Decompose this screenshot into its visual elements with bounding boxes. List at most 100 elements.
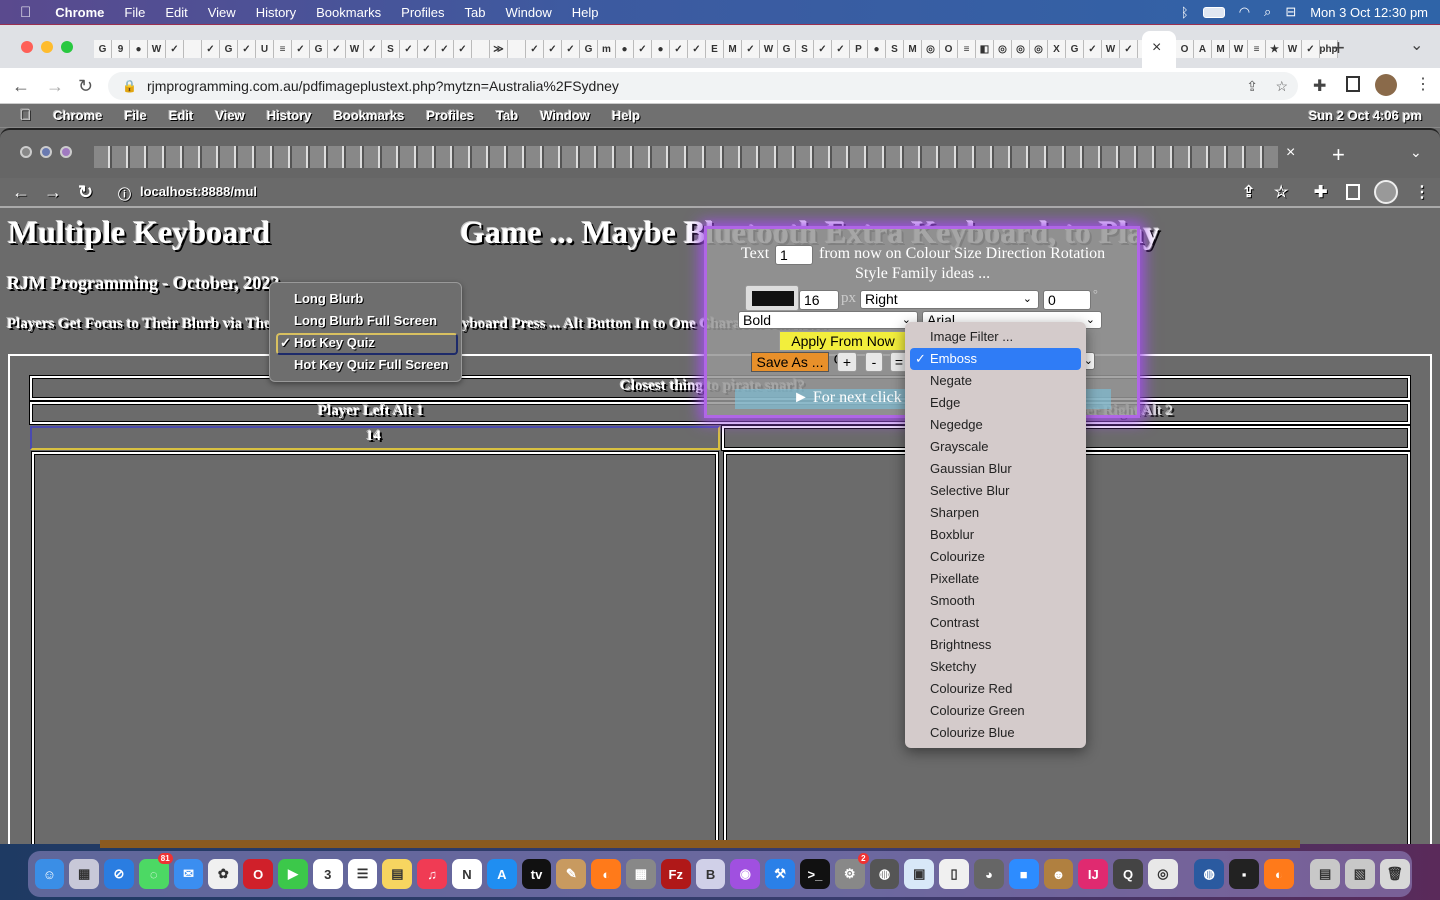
- tab-favicon[interactable]: ◎: [994, 40, 1012, 58]
- save-as-button[interactable]: Save As ...: [751, 352, 829, 372]
- dock-app-contacts[interactable]: ☻: [1043, 859, 1074, 889]
- profile-avatar[interactable]: [1375, 74, 1397, 96]
- tab-favicon[interactable]: m: [598, 40, 616, 58]
- dock-app-news[interactable]: N: [452, 859, 482, 889]
- filter-option-selective-blur[interactable]: Selective Blur: [930, 480, 1009, 502]
- tab-favicon[interactable]: ◎: [1012, 40, 1030, 58]
- filter-option-edge[interactable]: Edge: [930, 392, 960, 414]
- dock-app-system-preferences[interactable]: ⚙ 2: [834, 853, 869, 889]
- tab-favicon[interactable]: ✓: [202, 40, 220, 58]
- dock-app-finder[interactable]: ☺: [34, 859, 65, 889]
- tab-favicon[interactable]: ≫: [490, 40, 508, 58]
- clock[interactable]: Mon 3 Oct 12:30 pm: [1310, 5, 1428, 20]
- tab-favicon[interactable]: ✓: [670, 40, 688, 58]
- tab-favicon[interactable]: ✓: [742, 40, 760, 58]
- filter-option-sharpen[interactable]: Sharpen: [930, 502, 979, 524]
- dock-app-notes[interactable]: ▤: [382, 859, 413, 889]
- tab-favicon[interactable]: O: [1176, 40, 1194, 58]
- tab-favicon[interactable]: ●: [616, 40, 634, 58]
- plus-button[interactable]: +: [837, 352, 857, 372]
- tab-favicon[interactable]: S: [796, 40, 814, 58]
- filter-option-colourize[interactable]: Colourize: [930, 546, 985, 568]
- dock-app-opera[interactable]: O: [243, 859, 274, 889]
- tab-favicon[interactable]: [472, 40, 490, 58]
- tab-favicon[interactable]: S: [382, 40, 400, 58]
- tab-favicon[interactable]: ✓: [832, 40, 850, 58]
- window-scrollbar[interactable]: [100, 840, 1300, 848]
- tab-favicon[interactable]: U: [256, 40, 274, 58]
- menu-item-hot-key-quiz-full-screen[interactable]: Hot Key Quiz Full Screen: [294, 357, 449, 372]
- close-window-button[interactable]: [21, 41, 33, 53]
- tab-favicon[interactable]: ✓: [400, 40, 418, 58]
- tab-favicon[interactable]: ✓: [688, 40, 706, 58]
- tab-favicon[interactable]: G: [94, 40, 112, 58]
- dock-app-calendar[interactable]: 3: [312, 859, 343, 889]
- dock-app-photos[interactable]: ✿: [208, 859, 239, 889]
- tab-favicon[interactable]: ✓: [562, 40, 580, 58]
- tab-favicon[interactable]: 9: [112, 40, 130, 58]
- colour-picker[interactable]: [745, 285, 799, 311]
- dock-app-firefox[interactable]: ◐: [591, 859, 622, 889]
- tab-favicon[interactable]: M: [1212, 40, 1230, 58]
- tab-favicon[interactable]: A: [1194, 40, 1212, 58]
- menu-item-hot-key-quiz[interactable]: Hot Key Quiz: [294, 335, 375, 350]
- filter-option-boxblur[interactable]: Boxblur: [930, 524, 974, 546]
- tab-favicon[interactable]: G: [220, 40, 238, 58]
- tab-favicon[interactable]: ✓: [1302, 40, 1320, 58]
- tab-favicon[interactable]: ≡: [958, 40, 976, 58]
- dock-app-quicktime[interactable]: Q: [1113, 859, 1143, 889]
- tab-favicon[interactable]: ✓: [436, 40, 454, 58]
- menu-item-long-blurb[interactable]: Long Blurb: [294, 291, 363, 306]
- tab-favicon[interactable]: ✓: [364, 40, 382, 58]
- forward-icon[interactable]: →: [46, 76, 64, 97]
- dock-app-downloads[interactable]: ▤: [1310, 859, 1340, 889]
- tab-favicon[interactable]: X: [1048, 40, 1066, 58]
- dock-app-chrome[interactable]: ◎: [1148, 859, 1178, 889]
- menu-view[interactable]: View: [198, 5, 246, 20]
- tab-favicon[interactable]: ✓: [814, 40, 832, 58]
- search-icon[interactable]: ⌕: [1264, 4, 1271, 20]
- tab-favicon[interactable]: G: [778, 40, 796, 58]
- chrome-menu-icon[interactable]: ⋮: [1415, 74, 1431, 94]
- tab-favicon[interactable]: ≡: [1248, 40, 1266, 58]
- tab-favicon[interactable]: ◧: [976, 40, 994, 58]
- share-icon[interactable]: ⇪: [1246, 78, 1258, 95]
- tab-favicon[interactable]: ✓: [166, 40, 184, 58]
- dock-app-zoom[interactable]: ■: [1008, 859, 1039, 889]
- dock-app-launchpad[interactable]: ▦: [69, 859, 100, 889]
- battery-icon[interactable]: [1202, 6, 1225, 18]
- extensions-icon[interactable]: ✚: [1313, 76, 1326, 96]
- tab-favicon[interactable]: W: [1230, 40, 1248, 58]
- new-tab-button[interactable]: +: [1332, 35, 1345, 61]
- minus-button[interactable]: -: [865, 352, 883, 372]
- dock-app-messages[interactable]: ◌ 81: [138, 853, 173, 889]
- filter-option-smooth[interactable]: Smooth: [930, 590, 975, 612]
- menu-window[interactable]: Window: [496, 5, 562, 20]
- dock-app-console[interactable]: ▪: [1229, 859, 1259, 889]
- tab-favicon[interactable]: ✓: [328, 40, 346, 58]
- tab-favicon[interactable]: W: [1102, 40, 1120, 58]
- dock-app-paintbrush[interactable]: ✎: [556, 859, 587, 889]
- tab-favicon[interactable]: ●: [130, 40, 148, 58]
- tab-favicon[interactable]: ★: [1266, 40, 1284, 58]
- address-bar[interactable]: 🔒 rjmprogramming.com.au/pdfimageplustext…: [108, 72, 1298, 100]
- tab-favicon[interactable]: ●: [652, 40, 670, 58]
- dock-app-mail[interactable]: ✉: [173, 859, 204, 889]
- rotation-input[interactable]: 0: [1043, 290, 1091, 310]
- menu-item-long-blurb-full-screen[interactable]: Long Blurb Full Screen: [294, 313, 437, 328]
- menu-bookmarks[interactable]: Bookmarks: [306, 5, 391, 20]
- dock-app-mamp-pro[interactable]: ◍: [1194, 859, 1225, 889]
- control-center-icon[interactable]: ⊟: [1285, 4, 1296, 20]
- tab-favicon[interactable]: ✓: [292, 40, 310, 58]
- wifi-icon[interactable]: ◠: [1239, 4, 1250, 20]
- reload-icon[interactable]: ↻: [78, 76, 93, 97]
- url-text[interactable]: rjmprogramming.com.au/pdfimageplustext.p…: [147, 78, 619, 94]
- bookmark-star-icon[interactable]: ☆: [1275, 78, 1288, 95]
- filter-option-brightness[interactable]: Brightness: [930, 634, 991, 656]
- bluetooth-icon[interactable]: ᛒ: [1181, 5, 1189, 20]
- tab-favicon[interactable]: M: [724, 40, 742, 58]
- apply-from-now-on-button[interactable]: Apply From Now On: [779, 331, 907, 367]
- dock-app-intellij[interactable]: IJ: [1078, 859, 1109, 889]
- tab-favicon[interactable]: S: [886, 40, 904, 58]
- filter-option-negate[interactable]: Negate: [930, 370, 972, 392]
